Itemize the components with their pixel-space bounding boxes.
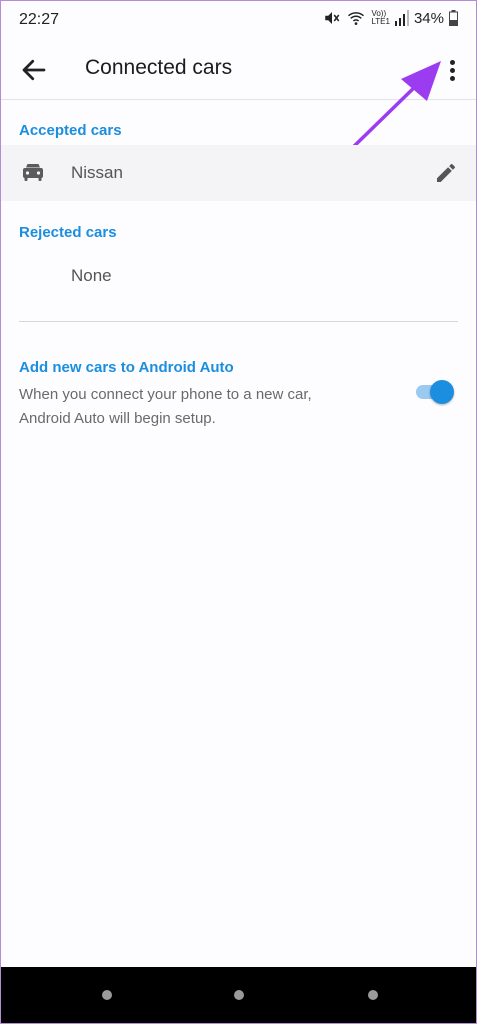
mute-icon [325, 12, 340, 24]
arrow-back-icon[interactable] [19, 55, 49, 85]
page-title: Connected cars [85, 56, 233, 79]
system-nav-bar [1, 967, 476, 1023]
add-new-cars-description: When you connect your phone to a new car… [19, 386, 312, 427]
accepted-cars-heading: Accepted cars [19, 122, 122, 139]
battery-percent: 34% [413, 9, 444, 27]
battery-icon [449, 10, 458, 26]
signal-icon [394, 10, 409, 26]
car-name: Nissan [71, 163, 123, 182]
rejected-cars-heading: Rejected cars [19, 224, 117, 241]
status-time: 22:27 [19, 11, 60, 28]
volte-label: Vo)) LTE1 [371, 9, 390, 26]
accepted-car-row[interactable]: Nissan [1, 145, 476, 201]
add-new-cars-toggle[interactable] [416, 379, 454, 405]
status-bar: 22:27 Vo)) LTE1 34% [1, 1, 476, 41]
add-new-cars-heading: Add new cars to Android Auto [19, 359, 234, 376]
car-icon [23, 164, 43, 181]
nav-back-button[interactable] [368, 990, 378, 1000]
status-icons: Vo)) LTE1 34% [323, 9, 458, 27]
wifi-icon [348, 12, 365, 25]
pencil-icon[interactable] [434, 161, 458, 185]
nav-home-button[interactable] [234, 990, 244, 1000]
divider [19, 321, 458, 322]
rejected-empty-text: None [71, 266, 112, 285]
toggle-thumb [430, 380, 454, 404]
nav-recent-button[interactable] [102, 990, 112, 1000]
